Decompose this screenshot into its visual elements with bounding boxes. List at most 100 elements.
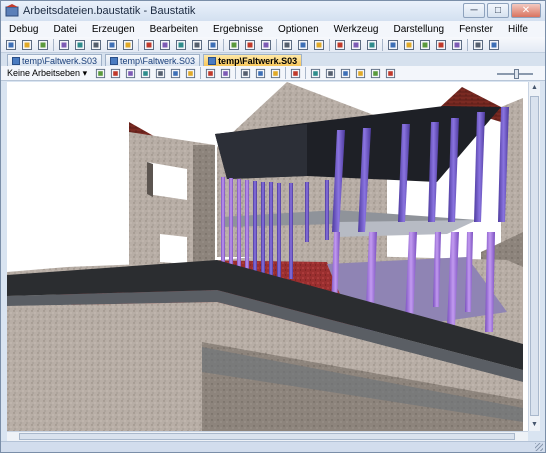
grid-icon[interactable] xyxy=(435,39,447,51)
document-icon xyxy=(12,56,20,65)
zoom-slider-thumb[interactable] xyxy=(514,69,519,79)
menu-bearbeiten[interactable]: Bearbeiten xyxy=(150,24,198,35)
text-icon[interactable] xyxy=(334,39,346,51)
close-button[interactable]: ✕ xyxy=(511,3,541,18)
work-level-dropdown[interactable]: Keine Arbeitseben ▾ xyxy=(5,68,89,79)
toolbar-separator xyxy=(285,67,287,79)
tab-document-2[interactable]: temp\Faltwerk.S03 xyxy=(105,54,201,66)
settings-icon[interactable] xyxy=(244,39,256,51)
print-icon[interactable] xyxy=(90,39,102,51)
view-top-icon[interactable] xyxy=(340,68,351,79)
toolbar-separator xyxy=(138,38,139,51)
print-preview-icon[interactable] xyxy=(74,39,86,51)
toolbar-separator xyxy=(200,67,202,79)
view-render-icon[interactable] xyxy=(385,68,396,79)
cut-icon[interactable] xyxy=(175,39,187,51)
save-icon[interactable] xyxy=(37,39,49,51)
menu-debug[interactable]: Debug xyxy=(9,24,38,35)
menu-darstellung[interactable]: Darstellung xyxy=(393,24,444,35)
paste-icon[interactable] xyxy=(191,39,203,51)
wireframe-icon[interactable] xyxy=(240,68,251,79)
pen-icon[interactable] xyxy=(387,39,399,51)
undo-icon[interactable] xyxy=(143,39,155,51)
menu-ergebnisse[interactable]: Ergebnisse xyxy=(213,24,263,35)
pdf-icon[interactable] xyxy=(106,39,118,51)
scroll-up-icon[interactable]: ▲ xyxy=(530,82,539,94)
menu-erzeugen[interactable]: Erzeugen xyxy=(92,24,135,35)
zoom-icon[interactable] xyxy=(313,39,325,51)
menu-datei[interactable]: Datei xyxy=(53,24,76,35)
open-folder-icon[interactable] xyxy=(21,39,33,51)
copy-format-icon[interactable] xyxy=(207,39,219,51)
view-side-icon[interactable] xyxy=(325,68,336,79)
minimize-button[interactable]: ─ xyxy=(463,3,485,18)
tab-label: temp\Faltwerk.S03 xyxy=(22,55,98,66)
tab-document-3-active[interactable]: temp\Faltwerk.S03 xyxy=(203,54,303,66)
move-icon[interactable] xyxy=(297,39,309,51)
menu-hilfe[interactable]: Hilfe xyxy=(508,24,528,35)
menu-fenster[interactable]: Fenster xyxy=(459,24,493,35)
toolbar-separator xyxy=(223,38,224,51)
building-3d-model xyxy=(7,82,523,431)
folder-icon[interactable] xyxy=(228,39,240,51)
tools-icon[interactable] xyxy=(488,39,500,51)
toolbar-separator xyxy=(235,67,237,79)
globe-icon[interactable] xyxy=(281,39,293,51)
view-toolbar: Keine Arbeitseben ▾ xyxy=(1,66,545,81)
select-box-icon[interactable] xyxy=(110,68,121,79)
title-bar[interactable]: Arbeitsdateien.baustatik - Baustatik ─ □… xyxy=(1,1,545,21)
window-icon[interactable] xyxy=(260,39,272,51)
3d-viewport[interactable] xyxy=(7,82,528,431)
calculator-icon[interactable] xyxy=(472,39,484,51)
toolbar-separator xyxy=(382,38,383,51)
application-window: Arbeitsdateien.baustatik - Baustatik ─ □… xyxy=(0,0,546,453)
status-bar xyxy=(1,441,545,452)
maximize-button[interactable]: □ xyxy=(487,3,509,18)
menu-bar: Debug Datei Erzeugen Bearbeiten Ergebnis… xyxy=(1,21,545,37)
select-arrow-icon[interactable] xyxy=(95,68,106,79)
view-3d-icon[interactable] xyxy=(370,68,381,79)
view-front-icon[interactable] xyxy=(310,68,321,79)
measure-icon[interactable] xyxy=(350,39,362,51)
toolbar-separator xyxy=(467,38,468,51)
menu-optionen[interactable]: Optionen xyxy=(278,24,319,35)
hidden-icon[interactable] xyxy=(255,68,266,79)
tab-label: temp\Faltwerk.S03 xyxy=(218,55,298,66)
property-icon[interactable] xyxy=(366,39,378,51)
main-toolbar xyxy=(1,37,545,53)
document-icon xyxy=(208,56,217,65)
copy-icon[interactable] xyxy=(58,39,70,51)
zoom-window-icon[interactable] xyxy=(125,68,136,79)
horizontal-scrollbar[interactable] xyxy=(7,431,528,441)
export-icon[interactable] xyxy=(122,39,134,51)
view-iso-icon[interactable] xyxy=(355,68,366,79)
toolbar-separator xyxy=(329,38,330,51)
app-icon xyxy=(5,4,19,17)
delete-icon[interactable] xyxy=(159,39,171,51)
tab-document-1[interactable]: temp\Faltwerk.S03 xyxy=(7,54,103,66)
new-file-icon[interactable] xyxy=(5,39,17,51)
rotate-left-icon[interactable] xyxy=(205,68,216,79)
vertical-scroll-thumb[interactable] xyxy=(530,96,539,416)
toolbar-separator xyxy=(276,38,277,51)
zoom-out-icon[interactable] xyxy=(170,68,181,79)
pan-icon[interactable] xyxy=(155,68,166,79)
horizontal-scroll-thumb[interactable] xyxy=(19,433,515,440)
menu-werkzeug[interactable]: Werkzeug xyxy=(334,24,379,35)
scroll-down-icon[interactable]: ▼ xyxy=(530,419,539,431)
chart-icon[interactable] xyxy=(451,39,463,51)
vertical-scrollbar[interactable]: ▲ ▼ xyxy=(528,82,540,431)
toolbar-separator xyxy=(53,38,54,51)
resize-grip-icon[interactable] xyxy=(535,443,543,451)
window-title: Arbeitsdateien.baustatik - Baustatik xyxy=(23,5,196,17)
rotate-right-icon[interactable] xyxy=(220,68,231,79)
zoom-fit-icon[interactable] xyxy=(185,68,196,79)
layers-icon[interactable] xyxy=(403,39,415,51)
window-controls: ─ □ ✕ xyxy=(463,3,541,18)
table-icon[interactable] xyxy=(419,39,431,51)
document-icon xyxy=(110,56,119,65)
zoom-in-icon[interactable] xyxy=(140,68,151,79)
grid-toggle-icon[interactable] xyxy=(290,68,301,79)
document-tabs: temp\Faltwerk.S03 temp\Faltwerk.S03 temp… xyxy=(1,53,545,66)
shaded-icon[interactable] xyxy=(270,68,281,79)
